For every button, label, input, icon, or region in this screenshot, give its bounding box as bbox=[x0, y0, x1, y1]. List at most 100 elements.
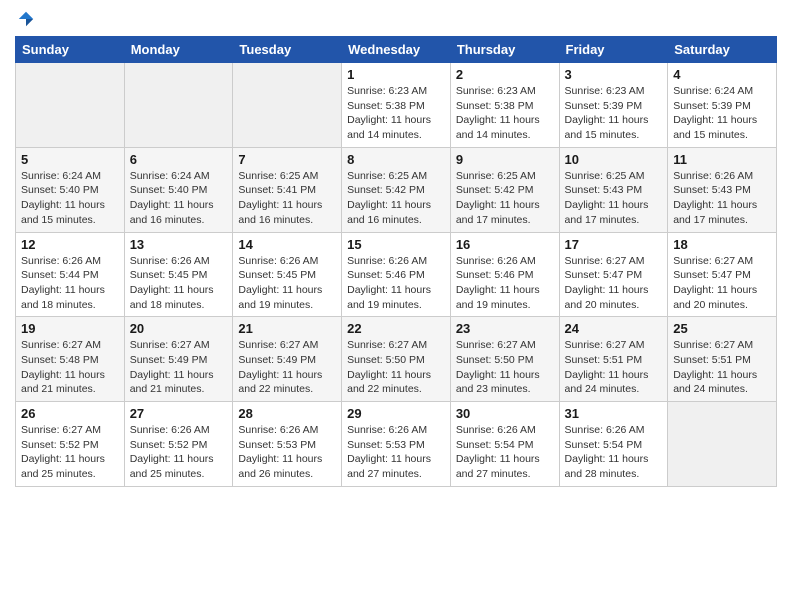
day-info: Sunrise: 6:26 AMSunset: 5:52 PMDaylight:… bbox=[130, 423, 228, 482]
calendar: SundayMondayTuesdayWednesdayThursdayFrid… bbox=[15, 36, 777, 487]
calendar-day-12: 12 Sunrise: 6:26 AMSunset: 5:44 PMDayligh… bbox=[16, 232, 125, 317]
day-info: Sunrise: 6:25 AMSunset: 5:42 PMDaylight:… bbox=[347, 169, 445, 228]
calendar-day-8: 8 Sunrise: 6:25 AMSunset: 5:42 PMDaylight… bbox=[342, 147, 451, 232]
day-number: 16 bbox=[456, 237, 554, 252]
day-number: 22 bbox=[347, 321, 445, 336]
day-info: Sunrise: 6:27 AMSunset: 5:50 PMDaylight:… bbox=[347, 338, 445, 397]
day-info: Sunrise: 6:23 AMSunset: 5:38 PMDaylight:… bbox=[347, 84, 445, 143]
day-info: Sunrise: 6:23 AMSunset: 5:38 PMDaylight:… bbox=[456, 84, 554, 143]
day-number: 15 bbox=[347, 237, 445, 252]
day-number: 19 bbox=[21, 321, 119, 336]
day-number: 17 bbox=[565, 237, 663, 252]
weekday-header-sunday: Sunday bbox=[16, 37, 125, 63]
day-info: Sunrise: 6:27 AMSunset: 5:50 PMDaylight:… bbox=[456, 338, 554, 397]
calendar-day-6: 6 Sunrise: 6:24 AMSunset: 5:40 PMDaylight… bbox=[124, 147, 233, 232]
day-number: 12 bbox=[21, 237, 119, 252]
day-info: Sunrise: 6:27 AMSunset: 5:47 PMDaylight:… bbox=[565, 254, 663, 313]
day-info: Sunrise: 6:26 AMSunset: 5:43 PMDaylight:… bbox=[673, 169, 771, 228]
day-info: Sunrise: 6:27 AMSunset: 5:51 PMDaylight:… bbox=[565, 338, 663, 397]
day-number: 5 bbox=[21, 152, 119, 167]
calendar-day-17: 17 Sunrise: 6:27 AMSunset: 5:47 PMDayligh… bbox=[559, 232, 668, 317]
logo-text bbox=[15, 10, 35, 28]
calendar-week-1: 1 Sunrise: 6:23 AMSunset: 5:38 PMDaylight… bbox=[16, 63, 777, 148]
calendar-day-9: 9 Sunrise: 6:25 AMSunset: 5:42 PMDaylight… bbox=[450, 147, 559, 232]
day-info: Sunrise: 6:26 AMSunset: 5:53 PMDaylight:… bbox=[347, 423, 445, 482]
day-number: 14 bbox=[238, 237, 336, 252]
day-number: 21 bbox=[238, 321, 336, 336]
page-container: SundayMondayTuesdayWednesdayThursdayFrid… bbox=[0, 0, 792, 502]
weekday-header-tuesday: Tuesday bbox=[233, 37, 342, 63]
day-info: Sunrise: 6:26 AMSunset: 5:46 PMDaylight:… bbox=[456, 254, 554, 313]
day-info: Sunrise: 6:26 AMSunset: 5:54 PMDaylight:… bbox=[456, 423, 554, 482]
calendar-day-2: 2 Sunrise: 6:23 AMSunset: 5:38 PMDaylight… bbox=[450, 63, 559, 148]
calendar-day-10: 10Sunrise: 6:25 AMSunset: 5:43 PMDayligh… bbox=[559, 147, 668, 232]
calendar-week-4: 19 Sunrise: 6:27 AMSunset: 5:48 PMDayligh… bbox=[16, 317, 777, 402]
day-number: 28 bbox=[238, 406, 336, 421]
weekday-header-friday: Friday bbox=[559, 37, 668, 63]
calendar-day-13: 13 Sunrise: 6:26 AMSunset: 5:45 PMDayligh… bbox=[124, 232, 233, 317]
day-info: Sunrise: 6:25 AMSunset: 5:41 PMDaylight:… bbox=[238, 169, 336, 228]
calendar-week-3: 12 Sunrise: 6:26 AMSunset: 5:44 PMDayligh… bbox=[16, 232, 777, 317]
calendar-day-27: 27 Sunrise: 6:26 AMSunset: 5:52 PMDayligh… bbox=[124, 402, 233, 487]
calendar-day-18: 18Sunrise: 6:27 AMSunset: 5:47 PMDayligh… bbox=[668, 232, 777, 317]
day-info: Sunrise: 6:24 AMSunset: 5:39 PMDaylight:… bbox=[673, 84, 771, 143]
day-info: Sunrise: 6:26 AMSunset: 5:44 PMDaylight:… bbox=[21, 254, 119, 313]
calendar-day-1: 1 Sunrise: 6:23 AMSunset: 5:38 PMDaylight… bbox=[342, 63, 451, 148]
day-info: Sunrise: 6:26 AMSunset: 5:45 PMDaylight:… bbox=[238, 254, 336, 313]
calendar-day-31: 31 Sunrise: 6:26 AMSunset: 5:54 PMDayligh… bbox=[559, 402, 668, 487]
day-number: 7 bbox=[238, 152, 336, 167]
day-number: 11 bbox=[673, 152, 771, 167]
calendar-day-29: 29 Sunrise: 6:26 AMSunset: 5:53 PMDayligh… bbox=[342, 402, 451, 487]
calendar-week-2: 5 Sunrise: 6:24 AMSunset: 5:40 PMDaylight… bbox=[16, 147, 777, 232]
day-number: 8 bbox=[347, 152, 445, 167]
day-number: 13 bbox=[130, 237, 228, 252]
weekday-header-monday: Monday bbox=[124, 37, 233, 63]
calendar-day-16: 16 Sunrise: 6:26 AMSunset: 5:46 PMDayligh… bbox=[450, 232, 559, 317]
day-number: 29 bbox=[347, 406, 445, 421]
calendar-day-empty-0-2 bbox=[233, 63, 342, 148]
day-number: 4 bbox=[673, 67, 771, 82]
day-info: Sunrise: 6:26 AMSunset: 5:53 PMDaylight:… bbox=[238, 423, 336, 482]
day-info: Sunrise: 6:26 AMSunset: 5:45 PMDaylight:… bbox=[130, 254, 228, 313]
calendar-day-empty-0-0 bbox=[16, 63, 125, 148]
day-number: 26 bbox=[21, 406, 119, 421]
calendar-day-3: 3 Sunrise: 6:23 AMSunset: 5:39 PMDaylight… bbox=[559, 63, 668, 148]
day-number: 23 bbox=[456, 321, 554, 336]
day-number: 6 bbox=[130, 152, 228, 167]
calendar-week-5: 26 Sunrise: 6:27 AMSunset: 5:52 PMDayligh… bbox=[16, 402, 777, 487]
day-info: Sunrise: 6:27 AMSunset: 5:49 PMDaylight:… bbox=[130, 338, 228, 397]
calendar-day-5: 5Sunrise: 6:24 AMSunset: 5:40 PMDaylight… bbox=[16, 147, 125, 232]
day-info: Sunrise: 6:24 AMSunset: 5:40 PMDaylight:… bbox=[130, 169, 228, 228]
calendar-day-25: 25 Sunrise: 6:27 AMSunset: 5:51 PMDayligh… bbox=[668, 317, 777, 402]
day-info: Sunrise: 6:26 AMSunset: 5:54 PMDaylight:… bbox=[565, 423, 663, 482]
weekday-header-thursday: Thursday bbox=[450, 37, 559, 63]
day-info: Sunrise: 6:23 AMSunset: 5:39 PMDaylight:… bbox=[565, 84, 663, 143]
day-number: 2 bbox=[456, 67, 554, 82]
weekday-header-wednesday: Wednesday bbox=[342, 37, 451, 63]
day-info: Sunrise: 6:26 AMSunset: 5:46 PMDaylight:… bbox=[347, 254, 445, 313]
day-info: Sunrise: 6:27 AMSunset: 5:49 PMDaylight:… bbox=[238, 338, 336, 397]
day-number: 24 bbox=[565, 321, 663, 336]
day-number: 1 bbox=[347, 67, 445, 82]
day-info: Sunrise: 6:27 AMSunset: 5:48 PMDaylight:… bbox=[21, 338, 119, 397]
day-number: 27 bbox=[130, 406, 228, 421]
calendar-day-15: 15 Sunrise: 6:26 AMSunset: 5:46 PMDayligh… bbox=[342, 232, 451, 317]
day-number: 9 bbox=[456, 152, 554, 167]
day-number: 25 bbox=[673, 321, 771, 336]
weekday-header-saturday: Saturday bbox=[668, 37, 777, 63]
calendar-day-23: 23 Sunrise: 6:27 AMSunset: 5:50 PMDayligh… bbox=[450, 317, 559, 402]
logo bbox=[15, 10, 35, 28]
logo-icon bbox=[17, 10, 35, 28]
day-info: Sunrise: 6:25 AMSunset: 5:43 PMDaylight:… bbox=[565, 169, 663, 228]
day-info: Sunrise: 6:25 AMSunset: 5:42 PMDaylight:… bbox=[456, 169, 554, 228]
calendar-day-7: 7 Sunrise: 6:25 AMSunset: 5:41 PMDaylight… bbox=[233, 147, 342, 232]
calendar-day-30: 30Sunrise: 6:26 AMSunset: 5:54 PMDayligh… bbox=[450, 402, 559, 487]
day-info: Sunrise: 6:27 AMSunset: 5:51 PMDaylight:… bbox=[673, 338, 771, 397]
calendar-day-19: 19 Sunrise: 6:27 AMSunset: 5:48 PMDayligh… bbox=[16, 317, 125, 402]
day-info: Sunrise: 6:27 AMSunset: 5:52 PMDaylight:… bbox=[21, 423, 119, 482]
day-info: Sunrise: 6:27 AMSunset: 5:47 PMDaylight:… bbox=[673, 254, 771, 313]
day-number: 20 bbox=[130, 321, 228, 336]
day-number: 31 bbox=[565, 406, 663, 421]
day-number: 3 bbox=[565, 67, 663, 82]
calendar-day-empty-4-6 bbox=[668, 402, 777, 487]
